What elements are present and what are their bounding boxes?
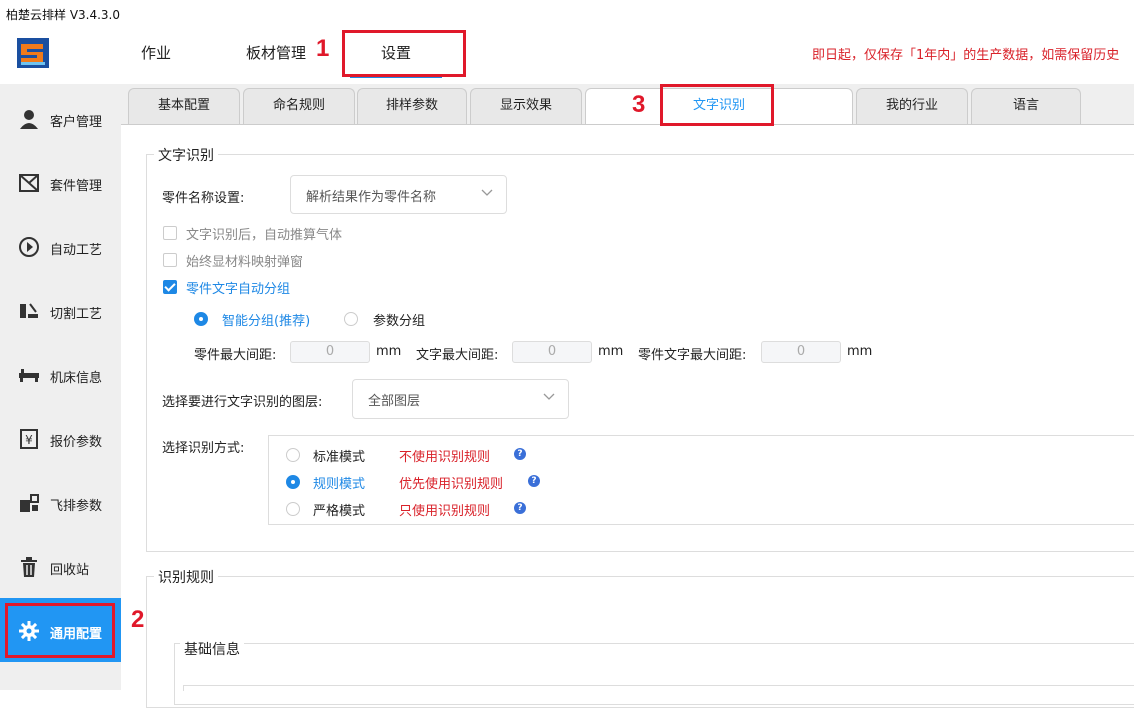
strict-mode-desc: 只使用识别规则 [399, 504, 491, 519]
part-name-select[interactable]: 解析结果作为零件名称 [290, 175, 507, 214]
tab-language[interactable]: 语言 [971, 88, 1081, 124]
layer-select-value: 全部图层 [368, 394, 421, 409]
tab-my-industry[interactable]: 我的行业 [856, 88, 968, 124]
unit-label: mm [847, 344, 873, 359]
annotation-box-settings [342, 30, 466, 77]
kit-icon [19, 174, 39, 192]
sidebar-item-label: 回收站 [50, 563, 90, 578]
unit-label: mm [598, 344, 624, 359]
text-max-gap-input[interactable]: 0 [512, 341, 592, 363]
sidebar-item-label: 客户管理 [50, 115, 103, 130]
machine-icon [19, 369, 39, 382]
part-name-select-value: 解析结果作为零件名称 [306, 190, 437, 205]
part-max-gap-label: 零件最大间距: [194, 348, 277, 363]
svg-text:¥: ¥ [25, 433, 33, 447]
tab-display-effect[interactable]: 显示效果 [470, 88, 582, 124]
sidebar-item-auto-process[interactable]: 自动工艺 [0, 214, 121, 278]
help-icon[interactable]: ? [514, 448, 526, 460]
mode-options-box [268, 435, 1134, 525]
sidebar-item-label: 自动工艺 [50, 243, 103, 258]
part-text-max-gap-input[interactable]: 0 [761, 341, 841, 363]
sidebar-item-label: 切割工艺 [50, 307, 103, 322]
nav-item-jobs[interactable]: 作业 [128, 28, 184, 78]
price-icon: ¥ [20, 429, 38, 449]
nav-item-sheet-materials[interactable]: 板材管理 [236, 28, 316, 78]
sidebar: 客户管理 套件管理 自动工艺 切割工艺 机床信息 ¥ 报价参数 飞排参数 回收站 [0, 84, 122, 690]
rule-mode-desc: 优先使用识别规则 [399, 477, 504, 492]
app-logo-icon [17, 38, 49, 68]
title-bar: 柏楚云排样 V3.4.3.0 [0, 0, 1134, 28]
play-circle-icon [19, 237, 39, 257]
sidebar-item-cut-process[interactable]: 切割工艺 [0, 278, 121, 342]
sidebar-item-recycle-bin[interactable]: 回收站 [0, 534, 121, 598]
app-title: 柏楚云排样 V3.4.3.0 [6, 8, 121, 22]
help-icon[interactable]: ? [528, 475, 540, 487]
smart-group-radio[interactable] [194, 312, 208, 326]
layer-select-label: 选择要进行文字识别的图层: [162, 395, 323, 410]
recognition-rules-group-title: 识别规则 [154, 567, 218, 587]
auto-gas-label: 文字识别后，自动推算气体 [186, 228, 343, 243]
annotation-number-1: 1 [316, 35, 330, 62]
annotation-box-text-recognition [660, 84, 774, 126]
auto-group-checkbox[interactable] [163, 280, 177, 294]
standard-mode-desc: 不使用识别规则 [399, 450, 491, 465]
param-group-radio[interactable] [344, 312, 358, 326]
strict-mode-radio[interactable] [286, 502, 300, 516]
annotation-number-2: 2 [131, 606, 145, 633]
help-icon[interactable]: ? [514, 502, 526, 514]
data-retention-notice: 即日起，仅保存「1年内」的生产数据，如需保留历史 [812, 48, 1120, 63]
chevron-down-icon [481, 189, 493, 196]
strict-mode-label: 严格模式 [313, 504, 366, 519]
cut-icon [20, 303, 38, 318]
param-group-label: 参数分组 [373, 314, 426, 329]
standard-mode-label: 标准模式 [313, 450, 366, 465]
text-max-gap-label: 文字最大间距: [416, 348, 499, 363]
smart-group-label: 智能分组(推荐) [222, 314, 311, 329]
tab-basic-config[interactable]: 基本配置 [128, 88, 240, 124]
auto-gas-checkbox[interactable] [163, 226, 177, 240]
always-popup-checkbox[interactable] [163, 253, 177, 267]
tab-nesting-params[interactable]: 排样参数 [357, 88, 467, 124]
annotation-box-general-config [5, 603, 115, 658]
basic-info-title: 基础信息 [180, 639, 244, 659]
sidebar-item-kits[interactable]: 套件管理 [0, 150, 121, 214]
annotation-number-3: 3 [632, 91, 646, 118]
sidebar-item-label: 套件管理 [50, 179, 103, 194]
text-recognition-group-title: 文字识别 [154, 145, 218, 165]
part-max-gap-input[interactable]: 0 [290, 341, 370, 363]
user-icon [20, 110, 38, 129]
fly-icon [20, 494, 39, 512]
standard-mode-radio[interactable] [286, 448, 300, 462]
rule-mode-radio[interactable] [286, 475, 300, 489]
basic-info-table-edge [183, 685, 1134, 691]
basic-info-group [174, 643, 1134, 705]
rule-mode-label: 规则模式 [313, 477, 366, 492]
unit-label: mm [376, 344, 402, 359]
tab-naming-rules[interactable]: 命名规则 [243, 88, 355, 124]
sidebar-item-fly-params[interactable]: 飞排参数 [0, 470, 121, 534]
part-name-label: 零件名称设置: [162, 191, 245, 206]
auto-group-label: 零件文字自动分组 [186, 282, 291, 297]
trash-icon [21, 557, 37, 577]
layer-select[interactable]: 全部图层 [352, 379, 569, 419]
sidebar-item-label: 机床信息 [50, 371, 103, 386]
sidebar-item-machine-info[interactable]: 机床信息 [0, 342, 121, 406]
chevron-down-icon [543, 393, 555, 400]
sidebar-item-pricing[interactable]: ¥ 报价参数 [0, 406, 121, 470]
sidebar-item-label: 报价参数 [50, 435, 103, 450]
sidebar-item-customers[interactable]: 客户管理 [0, 86, 121, 150]
part-text-max-gap-label: 零件文字最大间距: [638, 348, 747, 363]
always-popup-label: 始终显材料映射弹窗 [186, 255, 304, 270]
mode-label: 选择识别方式: [162, 441, 245, 456]
sidebar-item-label: 飞排参数 [50, 499, 103, 514]
